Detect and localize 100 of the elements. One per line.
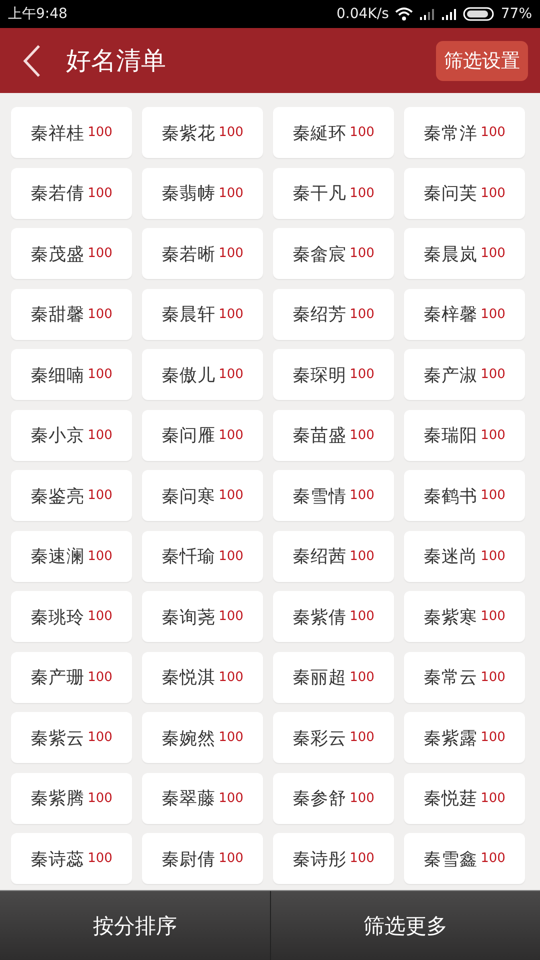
name-card[interactable]: 秦悦莛 100 xyxy=(404,772,525,824)
name-card[interactable]: 秦产珊 100 xyxy=(11,652,132,702)
name-card[interactable]: 秦雪鑫 100 xyxy=(404,833,525,884)
name-card[interactable]: 秦鹤书 100 xyxy=(404,470,525,521)
name-card[interactable]: 秦茂盛 100 xyxy=(11,228,132,279)
name-card[interactable]: 秦畲宸 100 xyxy=(273,228,394,279)
score-text: 100 xyxy=(480,367,506,382)
page-title: 好名清单 xyxy=(66,45,167,77)
name-card[interactable]: 秦祥桂 100 xyxy=(11,107,132,158)
name-card[interactable]: 秦绍芳 100 xyxy=(273,288,394,340)
name-text: 秦傲儿 xyxy=(162,364,216,386)
name-card[interactable]: 秦紫花 100 xyxy=(142,107,263,158)
name-card[interactable]: 秦傲儿 100 xyxy=(142,349,263,400)
score-text: 100 xyxy=(88,125,112,140)
battery-text: 77% xyxy=(500,6,532,22)
name-card[interactable]: 秦雪情 100 xyxy=(273,470,394,521)
name-card[interactable]: 秦紫倩 100 xyxy=(273,591,394,642)
score-text: 100 xyxy=(218,186,244,200)
name-card[interactable]: 秦忏瑜 100 xyxy=(142,530,263,582)
score-text: 100 xyxy=(350,851,374,866)
name-text: 秦晨岚 xyxy=(424,244,478,266)
name-card[interactable]: 秦紫寒 100 xyxy=(404,591,525,642)
filter-settings-button[interactable]: 筛选设置 xyxy=(436,40,528,80)
name-card[interactable]: 秦翡帱 100 xyxy=(142,168,263,218)
name-card[interactable]: 秦常洋 100 xyxy=(404,107,525,158)
name-text: 秦茂盛 xyxy=(30,244,85,266)
name-card[interactable]: 秦尉倩 100 xyxy=(142,833,263,884)
score-text: 100 xyxy=(218,790,244,806)
score-text: 100 xyxy=(350,428,374,442)
name-text: 秦雪鑫 xyxy=(424,848,478,870)
name-card[interactable]: 秦晨岚 100 xyxy=(404,228,525,279)
score-text: 100 xyxy=(350,367,374,382)
score-text: 100 xyxy=(350,609,374,624)
name-text: 秦若晰 xyxy=(162,244,216,266)
name-card[interactable]: 秦迷尚 100 xyxy=(404,530,525,582)
name-card[interactable]: 秦紫露 100 xyxy=(404,712,525,763)
name-card[interactable]: 秦参舒 100 xyxy=(273,772,394,824)
score-text: 100 xyxy=(218,730,244,745)
name-text: 秦梓馨 xyxy=(424,304,478,326)
name-card[interactable]: 秦若晰 100 xyxy=(142,228,263,279)
score-text: 100 xyxy=(350,548,374,564)
name-card[interactable]: 秦紫云 100 xyxy=(11,712,132,763)
name-text: 秦产珊 xyxy=(30,667,85,689)
score-text: 100 xyxy=(218,488,244,503)
name-text: 秦彩云 xyxy=(292,728,347,750)
name-text: 秦紫云 xyxy=(30,728,85,750)
name-card[interactable]: 秦珧玲 100 xyxy=(11,591,132,642)
name-text: 秦绍茜 xyxy=(292,546,347,568)
name-card[interactable]: 秦干凡 100 xyxy=(273,168,394,218)
score-text: 100 xyxy=(88,186,112,200)
name-text: 秦紫寒 xyxy=(424,606,478,628)
wifi-icon xyxy=(394,7,413,21)
name-card[interactable]: 秦瑞阳 100 xyxy=(404,410,525,460)
name-card[interactable]: 秦询荛 100 xyxy=(142,591,263,642)
name-card[interactable]: 秦问芙 100 xyxy=(404,168,525,218)
name-card[interactable]: 秦产淑 100 xyxy=(404,349,525,400)
name-text: 秦询荛 xyxy=(162,606,216,628)
clock-text: 上午9:48 xyxy=(8,5,68,23)
back-icon[interactable] xyxy=(22,44,42,78)
name-card[interactable]: 秦悦淇 100 xyxy=(142,652,263,702)
name-card[interactable]: 秦问雁 100 xyxy=(142,410,263,460)
name-card[interactable]: 秦琛明 100 xyxy=(273,349,394,400)
score-text: 100 xyxy=(480,186,506,200)
name-card[interactable]: 秦若倩 100 xyxy=(11,168,132,218)
name-card[interactable]: 秦诗彤 100 xyxy=(273,833,394,884)
name-card[interactable]: 秦彩云 100 xyxy=(273,712,394,763)
name-card[interactable]: 秦细喃 100 xyxy=(11,349,132,400)
name-card[interactable]: 秦梓馨 100 xyxy=(404,288,525,340)
bottom-button[interactable]: 筛选更多 xyxy=(270,891,540,960)
name-card[interactable]: 秦苗盛 100 xyxy=(273,410,394,460)
name-card[interactable]: 秦丽超 100 xyxy=(273,652,394,702)
score-text: 100 xyxy=(218,548,244,564)
name-text: 秦婉然 xyxy=(162,728,216,750)
name-card[interactable]: 秦诗蕊 100 xyxy=(11,833,132,884)
name-text: 秦问雁 xyxy=(162,425,216,447)
name-text: 秦苗盛 xyxy=(292,425,347,447)
name-text: 秦悦莛 xyxy=(424,788,478,810)
name-text: 秦细喃 xyxy=(30,364,85,386)
name-card[interactable]: 秦綖环 100 xyxy=(273,107,394,158)
name-card[interactable]: 秦小京 100 xyxy=(11,410,132,460)
name-card[interactable]: 秦婉然 100 xyxy=(142,712,263,763)
name-card[interactable]: 秦速澜 100 xyxy=(11,530,132,582)
name-card[interactable]: 秦绍茜 100 xyxy=(273,530,394,582)
name-card[interactable]: 秦鉴亮 100 xyxy=(11,470,132,521)
score-text: 100 xyxy=(88,488,112,503)
name-text: 秦紫倩 xyxy=(292,606,347,628)
name-card[interactable]: 秦问寒 100 xyxy=(142,470,263,521)
name-card[interactable]: 秦晨轩 100 xyxy=(142,288,263,340)
score-text: 100 xyxy=(480,609,506,624)
name-text: 秦鹤书 xyxy=(424,486,478,508)
name-card[interactable]: 秦紫腾 100 xyxy=(11,772,132,824)
name-card[interactable]: 秦翠藤 100 xyxy=(142,772,263,824)
name-card[interactable]: 秦常云 100 xyxy=(404,652,525,702)
score-text: 100 xyxy=(350,125,374,140)
score-text: 100 xyxy=(480,125,506,140)
name-text: 秦小京 xyxy=(30,425,85,447)
name-text: 秦丽超 xyxy=(292,667,347,689)
name-card[interactable]: 秦甜馨 100 xyxy=(11,288,132,340)
bottom-button[interactable]: 按分排序 xyxy=(0,891,270,960)
name-text: 秦常洋 xyxy=(424,122,478,144)
